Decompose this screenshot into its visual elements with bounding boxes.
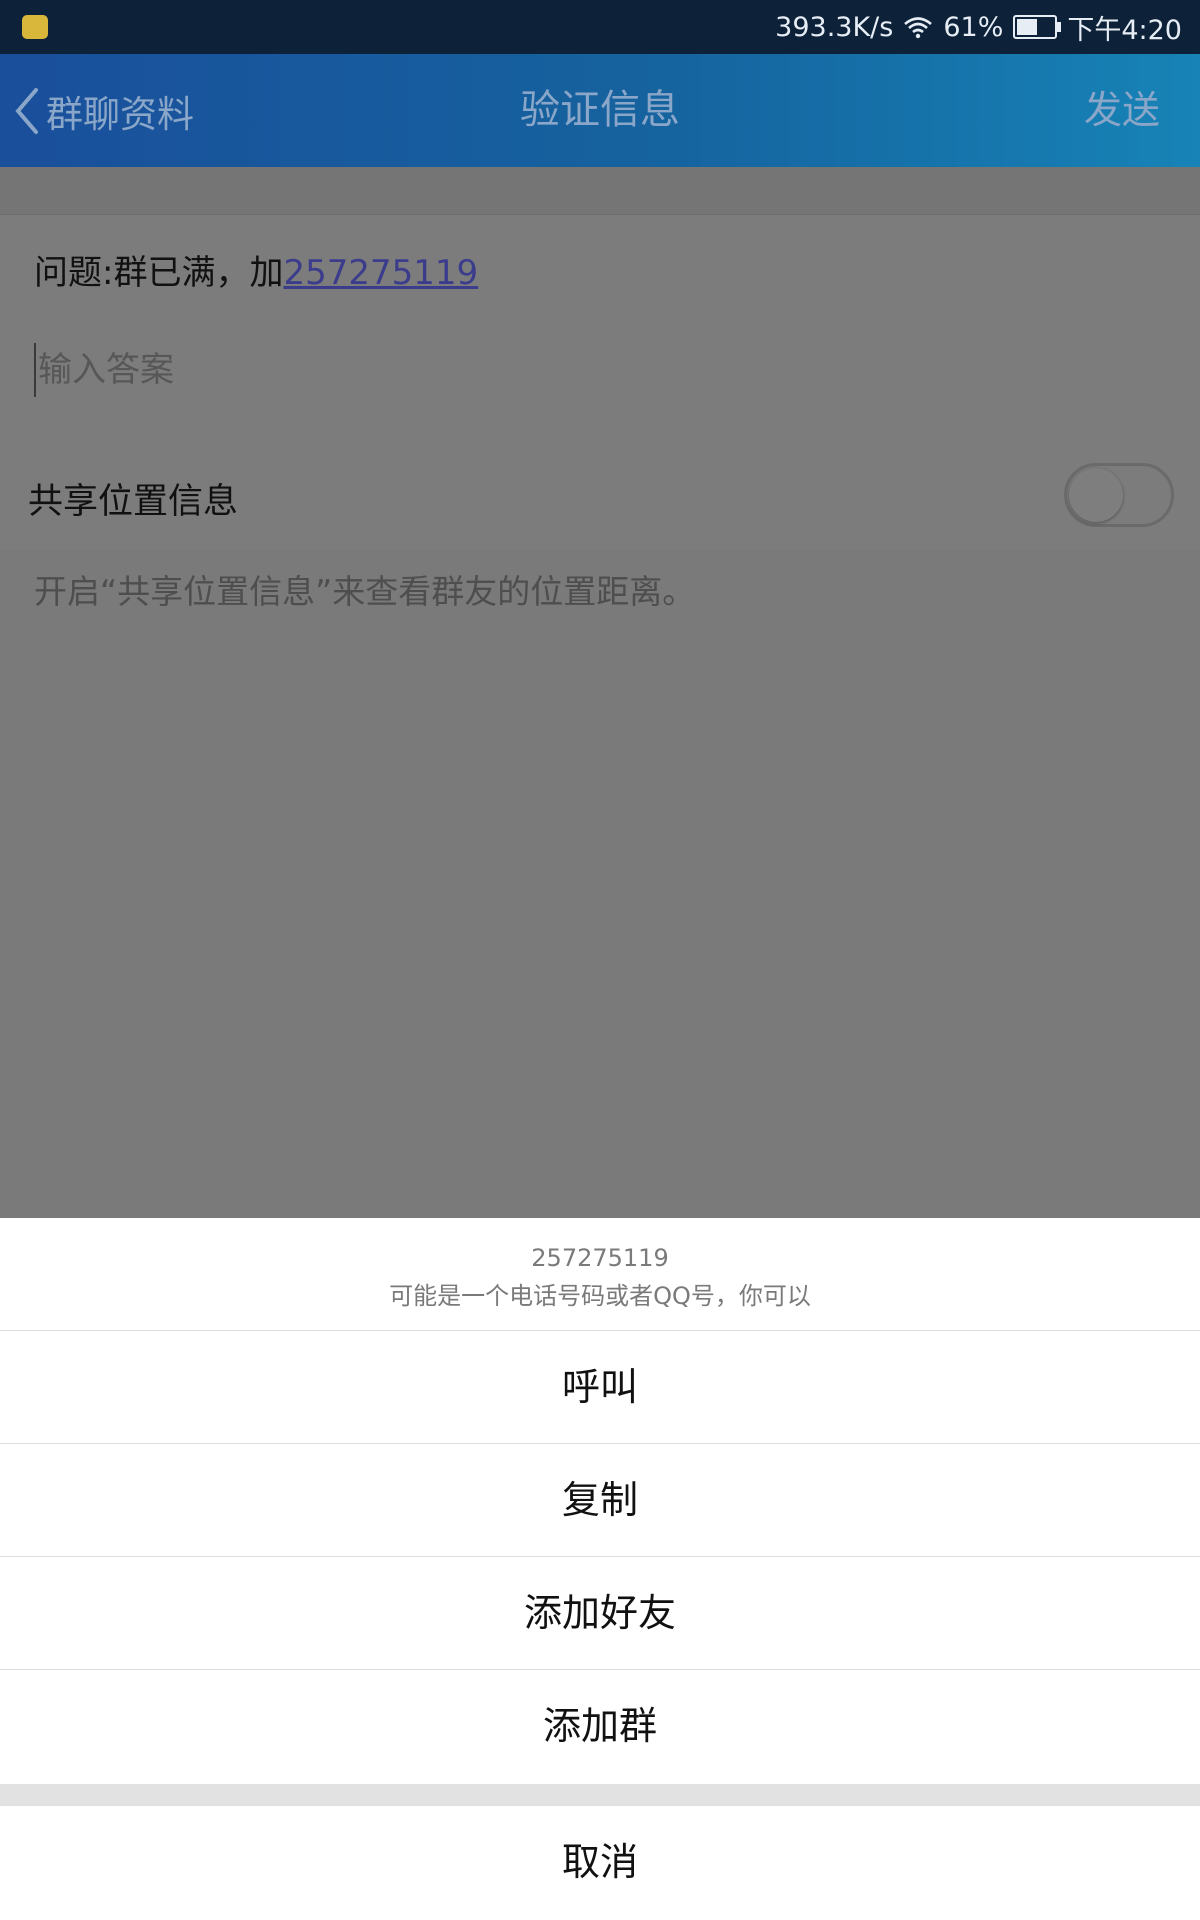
question-prefix: 问题:群已满，加 bbox=[34, 253, 284, 293]
share-location-row: 共享位置信息 bbox=[0, 447, 1200, 550]
question-card: 问题:群已满，加257275119 bbox=[0, 214, 1200, 448]
share-location-toggle[interactable] bbox=[1064, 463, 1174, 527]
question-text: 问题:群已满，加257275119 bbox=[34, 245, 478, 294]
action-sheet: 257275119 可能是一个电话号码或者QQ号，你可以 呼叫 复制 添加好友 … bbox=[0, 1218, 1200, 1920]
call-option[interactable]: 呼叫 bbox=[0, 1331, 1200, 1444]
share-location-hint: 开启“共享位置信息”来查看群友的位置距离。 bbox=[34, 572, 696, 611]
answer-input[interactable] bbox=[34, 343, 638, 397]
battery-fill bbox=[1017, 19, 1037, 35]
send-button[interactable]: 发送 bbox=[1084, 54, 1160, 167]
action-sheet-header: 257275119 可能是一个电话号码或者QQ号，你可以 bbox=[0, 1218, 1200, 1331]
add-group-option[interactable]: 添加群 bbox=[0, 1670, 1200, 1782]
content-spacer bbox=[0, 167, 1200, 214]
add-friend-option[interactable]: 添加好友 bbox=[0, 1557, 1200, 1670]
app-notification-icon bbox=[22, 15, 48, 39]
network-speed: 393.3K/s bbox=[775, 11, 894, 43]
status-right: 393.3K/s 61% 下午4:20 bbox=[775, 0, 1182, 54]
copy-option[interactable]: 复制 bbox=[0, 1444, 1200, 1557]
battery-percent: 61% bbox=[943, 11, 1004, 43]
clock: 下午4:20 bbox=[1067, 14, 1182, 46]
cancel-button[interactable]: 取消 bbox=[0, 1806, 1200, 1918]
nav-bar: 群聊资料 验证信息 发送 bbox=[0, 54, 1200, 167]
status-bar: 393.3K/s 61% 下午4:20 bbox=[0, 0, 1200, 54]
sheet-separator bbox=[0, 1784, 1200, 1806]
question-number-link[interactable]: 257275119 bbox=[283, 253, 478, 293]
battery-icon bbox=[1013, 15, 1062, 39]
page-title: 验证信息 bbox=[520, 87, 680, 133]
share-location-label: 共享位置信息 bbox=[28, 482, 239, 522]
wifi-icon bbox=[904, 17, 933, 39]
sheet-description: 可能是一个电话号码或者QQ号，你可以 bbox=[389, 1282, 811, 1310]
toggle-knob bbox=[1069, 468, 1123, 522]
sheet-number: 257275119 bbox=[531, 1244, 669, 1272]
